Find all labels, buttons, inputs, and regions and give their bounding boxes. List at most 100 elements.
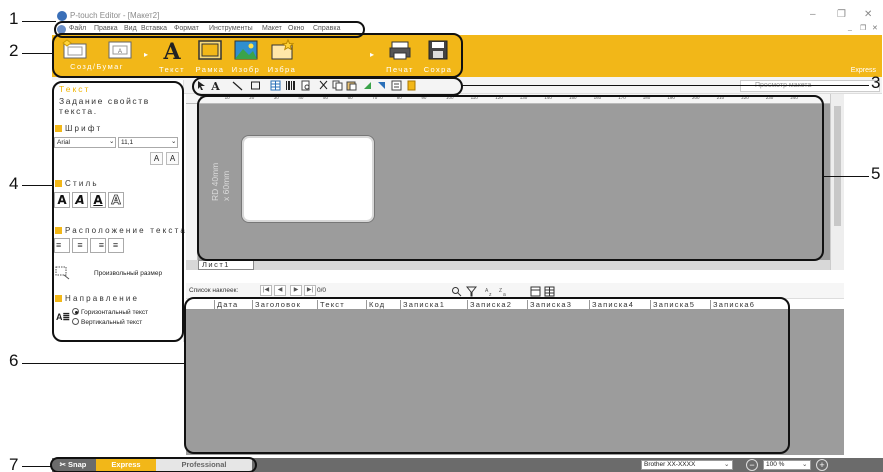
menu-tools[interactable]: Инструменты	[209, 25, 253, 32]
radio-button[interactable]	[72, 318, 79, 325]
minimize-button[interactable]: –	[810, 9, 816, 20]
free-size-label[interactable]: Произвольный размер	[94, 270, 162, 277]
last-record-button[interactable]: ▶|	[304, 285, 316, 296]
mode-tab-professional[interactable]: Professional	[156, 458, 252, 472]
column-header[interactable]: Текст	[317, 300, 345, 309]
menu-window[interactable]: Окно	[288, 25, 304, 32]
first-record-button[interactable]: |◀	[260, 285, 272, 296]
print-preview-icon[interactable]	[300, 80, 311, 91]
media-size-line1: RD 40mm	[210, 163, 220, 201]
zoom-out-button[interactable]: −	[746, 459, 758, 471]
align-center-button[interactable]: ≡	[72, 238, 88, 253]
grow-font-button[interactable]: A	[150, 152, 163, 165]
object-list-icon[interactable]	[391, 80, 402, 91]
mdi-minimize-button[interactable]: _	[848, 24, 852, 31]
paste-icon[interactable]	[346, 80, 357, 91]
free-size-icon[interactable]	[55, 266, 71, 280]
status-bar: ✂ Snap Express Professional Brother XX-X…	[52, 458, 883, 472]
menu-insert[interactable]: Вставка	[141, 25, 167, 32]
scrollbar-thumb[interactable]	[834, 106, 841, 226]
ribbon-print-button[interactable]: Печат	[382, 37, 418, 75]
menu-edit[interactable]: Правка	[94, 25, 118, 32]
save-icon	[428, 40, 448, 60]
ribbon-image-button[interactable]: Изобр	[228, 37, 264, 75]
next-record-button[interactable]: ▶	[290, 285, 302, 296]
grid-view-icon[interactable]	[544, 286, 555, 297]
text-tool-icon[interactable]: A	[210, 80, 221, 91]
printer-icon	[389, 41, 411, 60]
column-header[interactable]: Записка2	[467, 300, 512, 309]
app-icon	[57, 11, 67, 21]
move-back-icon[interactable]	[376, 80, 387, 91]
shrink-font-button[interactable]: A	[166, 152, 179, 165]
search-icon[interactable]	[451, 286, 462, 297]
font-name-select[interactable]: Arial	[54, 137, 116, 148]
menu-view[interactable]: Вид	[124, 25, 137, 32]
ribbon-save-button[interactable]: Сохра	[420, 37, 456, 75]
bold-button[interactable]: A	[54, 192, 70, 208]
radio-button[interactable]	[72, 308, 79, 315]
zoom-in-button[interactable]: +	[816, 459, 828, 471]
mdi-restore-button[interactable]: ❐	[860, 24, 866, 32]
column-header[interactable]: Записка6	[710, 300, 755, 309]
column-header[interactable]: Записка4	[589, 300, 634, 309]
mode-tab-snap[interactable]: ✂ Snap	[52, 458, 94, 472]
select-arrow-icon[interactable]	[196, 80, 207, 91]
shape-tool-icon[interactable]	[250, 80, 261, 91]
database-grid[interactable]	[186, 310, 844, 455]
font-size-select[interactable]: 11,1	[118, 137, 178, 148]
align-left-button[interactable]: ≡	[54, 238, 70, 253]
vertical-scrollbar[interactable]	[830, 94, 844, 270]
underline-button[interactable]: A	[90, 192, 106, 208]
alignment-section-label: Расположение текста	[65, 226, 188, 235]
ribbon-frame-button[interactable]: Рамка	[192, 37, 228, 75]
menu-format[interactable]: Формат	[174, 25, 199, 32]
layout-view-field[interactable]: Просмотр макета	[740, 80, 880, 92]
column-header[interactable]: Код	[366, 300, 385, 309]
cut-icon[interactable]	[318, 80, 329, 91]
column-header[interactable]: Дата	[214, 300, 238, 309]
align-right-button[interactable]: ≡	[90, 238, 106, 253]
sort-descending-icon[interactable]: Za	[498, 286, 509, 297]
text-A-icon: A	[162, 39, 181, 61]
menu-file[interactable]: Файл	[69, 25, 86, 32]
mode-tab-express[interactable]: Express	[96, 458, 156, 472]
move-front-icon[interactable]	[362, 80, 373, 91]
database-icon[interactable]	[406, 80, 417, 91]
menu-layout[interactable]: Макет	[262, 25, 282, 32]
radio-horizontal-text[interactable]: Горизонтальный текст	[72, 308, 148, 316]
column-header[interactable]: Записка3	[527, 300, 572, 309]
italic-button[interactable]: A	[72, 192, 88, 208]
radio-vertical-text[interactable]: Вертикальный текст	[72, 318, 142, 326]
filter-icon[interactable]	[466, 286, 477, 297]
layout-canvas[interactable]: 0 10 20 30 40 50 60 70 80 90 100 110 120 130 140 150 160…	[186, 94, 830, 270]
column-header[interactable]: Записка5	[650, 300, 695, 309]
column-header[interactable]: Заголовок	[252, 300, 301, 309]
mdi-close-button[interactable]: ✕	[872, 24, 878, 32]
prev-record-button[interactable]: ◀	[274, 285, 286, 296]
sheet-tab[interactable]: Лист1	[198, 260, 254, 270]
table-tool-icon[interactable]	[270, 80, 281, 91]
barcode-tool-icon[interactable]	[285, 80, 296, 91]
outline-button[interactable]: A	[108, 192, 124, 208]
maximize-button[interactable]: ❐	[837, 9, 846, 20]
ribbon-text-button[interactable]: A Текст	[154, 37, 190, 75]
line-tool-icon[interactable]	[232, 80, 243, 91]
menu-help[interactable]: Справка	[313, 25, 340, 32]
align-justify-button[interactable]: ≡	[108, 238, 124, 253]
new-paper-icon	[62, 39, 87, 59]
document-icon[interactable]	[57, 25, 66, 34]
font-section-label: Шрифт	[65, 124, 103, 133]
callout-line-7	[22, 466, 52, 467]
ribbon-favorites-button[interactable]: Избра	[264, 37, 300, 75]
form-view-icon[interactable]	[530, 286, 541, 297]
chevron-down-icon: ⌄	[171, 138, 177, 145]
label-preview[interactable]	[241, 135, 375, 223]
sort-ascending-icon[interactable]: Az	[484, 286, 495, 297]
close-button[interactable]: ✕	[864, 9, 872, 20]
printer-select[interactable]: Brother XX-XXXX	[641, 460, 733, 470]
copy-icon[interactable]	[332, 80, 343, 91]
ruler-tick-label: 160	[593, 95, 602, 100]
ribbon-label-print: Печат	[386, 65, 414, 74]
column-header[interactable]: Записка1	[400, 300, 445, 309]
